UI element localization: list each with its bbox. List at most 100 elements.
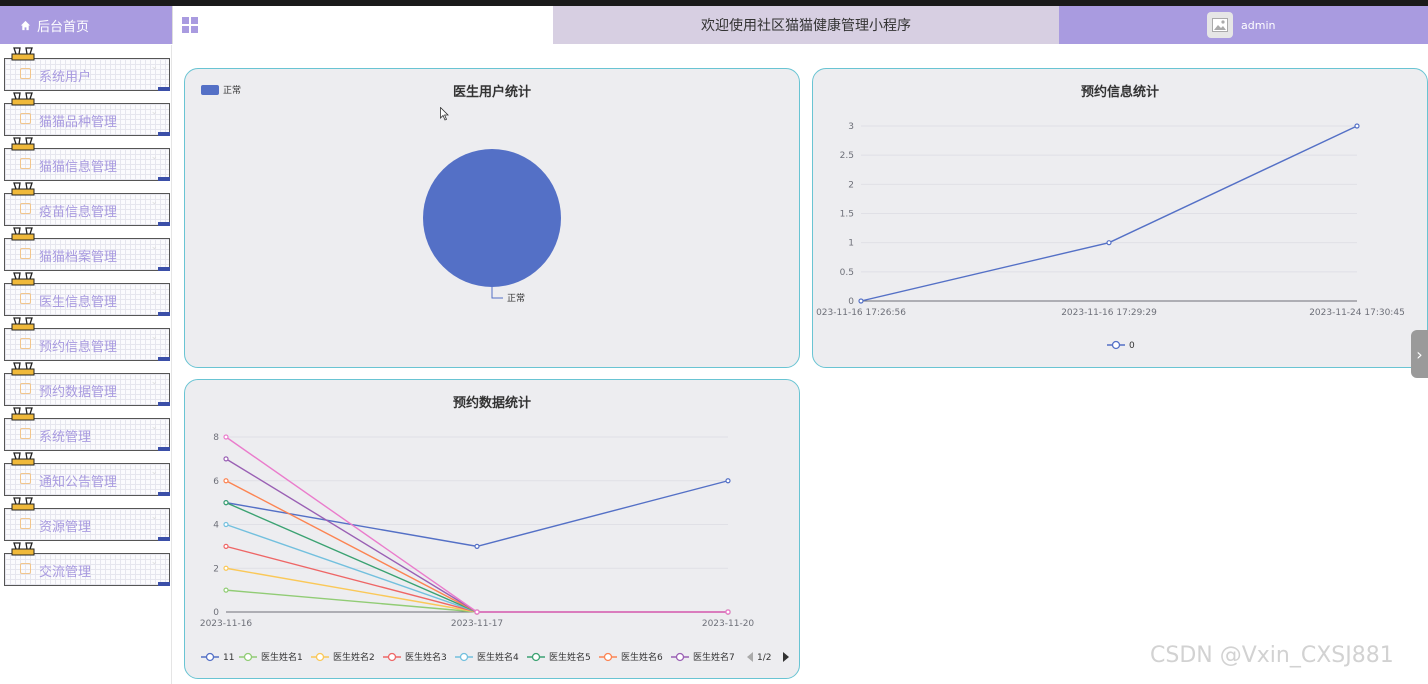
binder-clip-icon: [11, 137, 35, 151]
sidebar-item[interactable]: 医生信息管理 ⌄: [4, 272, 170, 316]
binder-clip-icon: [11, 227, 35, 241]
y-tick-label: 1.5: [840, 210, 854, 220]
legend-label: 医生姓名6: [621, 651, 663, 663]
binder-clip-icon: [11, 407, 35, 421]
legend-label: 医生姓名1: [261, 651, 303, 663]
menu-icon: [20, 518, 31, 529]
menu-icon: [20, 203, 31, 214]
sidebar-item[interactable]: 交流管理 ⌄: [4, 542, 170, 586]
y-tick-label: 6: [213, 477, 219, 487]
menu-icon: [20, 248, 31, 259]
doctor-user-chart-card: 医生用户统计 正常 正常: [184, 68, 800, 368]
legend-next-icon: [783, 652, 789, 662]
legend-marker: [459, 652, 469, 662]
home-icon: [20, 20, 31, 30]
binder-clip-icon: [11, 92, 35, 106]
sidebar-item[interactable]: 猫猫品种管理 ⌄: [4, 92, 170, 136]
sidebar-item-label: 系统管理: [39, 430, 92, 445]
data-point: [223, 500, 229, 506]
pie-slice: [423, 149, 561, 287]
chevron-down-icon: ⌄: [150, 287, 158, 297]
binder-clip-icon: [11, 272, 35, 286]
data-point: [1354, 123, 1360, 129]
chevron-down-icon: ⌄: [150, 197, 158, 207]
sidebar-item[interactable]: 通知公告管理 ⌄: [4, 452, 170, 496]
y-tick-label: 0: [213, 608, 219, 618]
sidebar-item-label: 预约信息管理: [39, 340, 118, 355]
legend-marker: [205, 652, 215, 662]
legend-label: 11: [223, 653, 234, 663]
menu-toggle-button[interactable]: [172, 6, 553, 44]
sidebar-item[interactable]: 资源管理 ⌄: [4, 497, 170, 541]
home-label: 后台首页: [37, 19, 90, 35]
sidebar-item[interactable]: 猫猫信息管理 ⌄: [4, 137, 170, 181]
legend-marker: [387, 652, 397, 662]
user-menu[interactable]: admin: [1059, 6, 1428, 44]
image-icon: [1212, 18, 1228, 32]
x-tick-label: 2023-11-17: [451, 619, 503, 629]
sidebar-item[interactable]: 系统用户 ⌄: [4, 47, 170, 91]
legend-prev-icon: [747, 652, 753, 662]
home-button[interactable]: 后台首页: [0, 6, 172, 44]
menu-icon: [20, 473, 31, 484]
sidebar-item-label: 猫猫品种管理: [39, 115, 118, 130]
legend-label: 医生姓名4: [477, 651, 519, 663]
data-point: [725, 609, 731, 615]
data-point: [223, 521, 229, 528]
series-line: [225, 480, 729, 548]
chevron-down-icon: ⌄: [150, 107, 158, 117]
data-point: [223, 456, 229, 462]
legend-marker: [531, 652, 541, 662]
menu-icon: [20, 293, 31, 304]
x-tick-label: 023-11-16 17:26:56: [816, 308, 906, 318]
sidebar-item[interactable]: 预约数据管理 ⌄: [4, 362, 170, 406]
legend-page: 1/2: [757, 653, 771, 663]
pie-label-line: [491, 287, 503, 299]
data-point: [223, 478, 229, 484]
series-line: [225, 589, 728, 613]
username: admin: [1241, 18, 1276, 32]
binder-clip-icon: [11, 452, 35, 466]
appointment-data-chart-card: 预约数据统计 0 2 4 6 8 2023-11-16 2023-11-17 2023-11-…: [184, 379, 800, 679]
legend-marker: [675, 652, 685, 662]
y-tick-label: 4: [213, 521, 219, 531]
binder-clip-icon: [11, 362, 35, 376]
series-line: [225, 567, 728, 613]
legend-marker: [243, 652, 253, 662]
grid-icon: [182, 17, 198, 33]
legend-label: 医生姓名3: [405, 651, 447, 663]
sidebar-item[interactable]: 系统管理 ⌄: [4, 407, 170, 451]
menu-icon: [20, 383, 31, 394]
data-point: [858, 298, 864, 304]
sidebar-item-label: 系统用户: [39, 70, 92, 85]
legend-label: 0: [1129, 341, 1135, 351]
sidebar-item-label: 猫猫信息管理: [39, 160, 118, 175]
chevron-down-icon: ⌄: [150, 377, 158, 387]
chevron-down-icon: ⌄: [150, 62, 158, 72]
avatar[interactable]: [1207, 12, 1233, 38]
chevron-down-icon: ⌄: [150, 332, 158, 342]
pie-chart: 正常正常: [201, 84, 561, 304]
legend-label: 正常: [223, 84, 241, 96]
menu-icon: [20, 158, 31, 169]
chevron-right-icon[interactable]: ›: [1411, 330, 1428, 378]
appointment-info-chart-card: 预约信息统计 0 0.5 1 1.5 2 2.5 3 023-11-16 17:26:56 20…: [812, 68, 1428, 368]
data-point: [223, 587, 229, 593]
chevron-down-icon: ⌄: [150, 467, 158, 477]
legend-swatch: [201, 85, 219, 95]
data-point: [223, 565, 229, 571]
sidebar-item[interactable]: 猫猫档案管理 ⌄: [4, 227, 170, 271]
y-tick-label: 3: [848, 122, 854, 132]
line-chart: 0 0.5 1 1.5 2 2.5 3 023-11-16 17:26:56 2023-11-1…: [816, 122, 1405, 351]
sidebar-item[interactable]: 预约信息管理 ⌄: [4, 317, 170, 361]
binder-clip-icon: [11, 47, 35, 61]
menu-icon: [20, 428, 31, 439]
menu-icon: [20, 338, 31, 349]
menu-icon: [20, 68, 31, 79]
binder-clip-icon: [11, 542, 35, 556]
page-title: 欢迎使用社区猫猫健康管理小程序: [553, 6, 1059, 44]
legend-marker: [603, 652, 613, 662]
sidebar-item-label: 资源管理: [39, 520, 92, 535]
y-tick-label: 2: [848, 180, 854, 190]
sidebar-item[interactable]: 疫苗信息管理 ⌄: [4, 182, 170, 226]
